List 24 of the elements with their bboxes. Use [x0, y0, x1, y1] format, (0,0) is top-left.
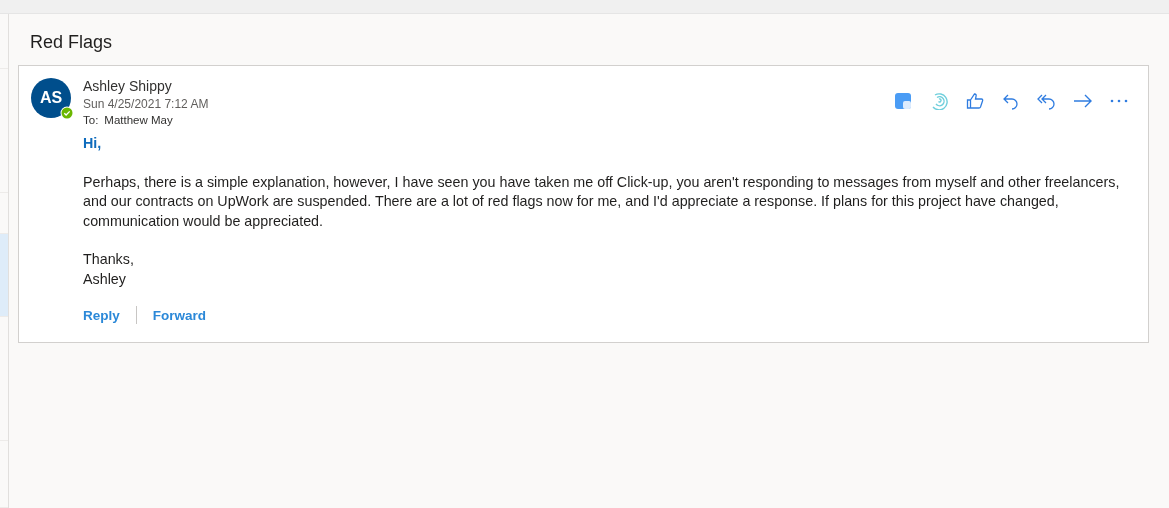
- more-icon: [1110, 98, 1128, 104]
- message-list-item[interactable]: [0, 234, 8, 318]
- message-list-item[interactable]: [0, 317, 8, 441]
- to-label: To:: [83, 114, 99, 126]
- reply-icon: [1002, 92, 1020, 110]
- sender-name: Ashley Shippy: [83, 78, 173, 94]
- subject-heading: Red Flags: [29, 31, 114, 54]
- reply-link[interactable]: Reply: [83, 307, 120, 323]
- thumbs-up-icon: [966, 92, 984, 110]
- message-list-item[interactable]: [0, 14, 8, 70]
- recipient-name: Matthew May: [104, 114, 173, 126]
- body-paragraph: Thanks, Ashley: [83, 250, 135, 289]
- reply-all-icon: [1037, 92, 1057, 110]
- message-list-item[interactable]: [0, 440, 8, 508]
- forward-icon: [1073, 92, 1093, 110]
- greeting-text: Hi,: [83, 134, 103, 153]
- sticky-note-icon: [894, 92, 912, 110]
- forward-link[interactable]: Forward: [152, 307, 207, 323]
- spiral-icon: [930, 92, 948, 110]
- body-paragraph: Perhaps, there is a simple explanation, however, I have seen you have taken me off Click-up, you aren't responding to messages from myself and other freelancers, and our contracts on UpWork are suspended. There are a lot of red flags now for me, and I'd appreciate a response. If plans for this project have changed, communication would be appreciated.: [83, 172, 1121, 231]
- sent-date: Sun 4/25/2021 7:12 AM: [83, 97, 210, 111]
- message-list-item[interactable]: [0, 192, 8, 235]
- message-list-item[interactable]: [0, 69, 8, 193]
- avatar: AS: [31, 78, 71, 118]
